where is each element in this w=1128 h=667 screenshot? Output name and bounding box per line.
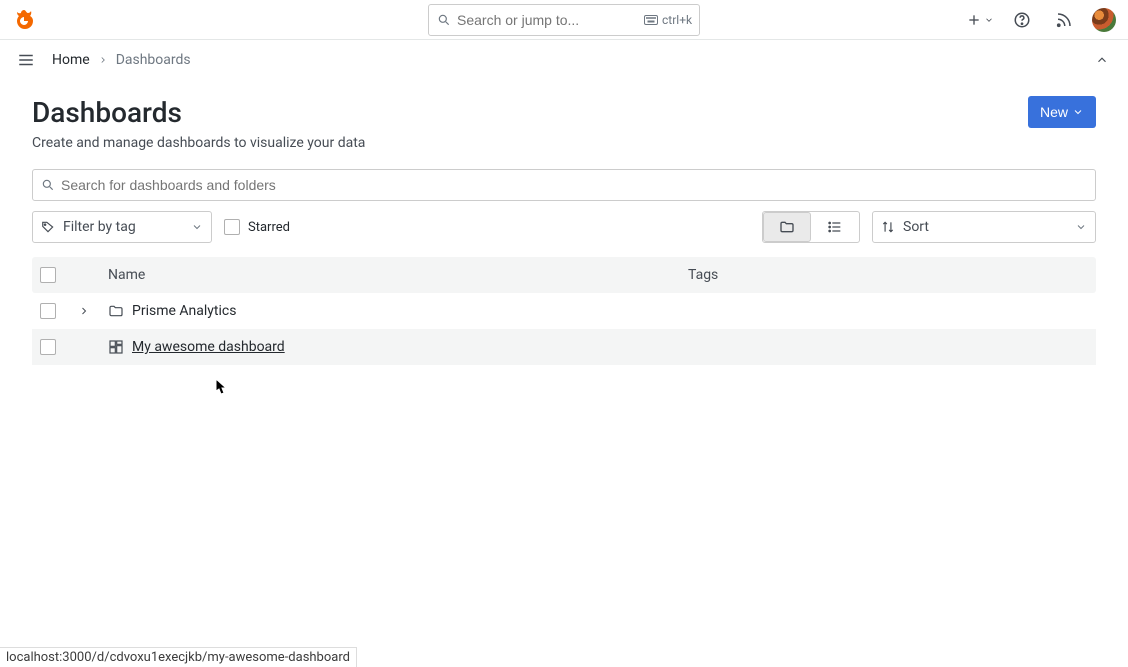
filter-tag-label: Filter by tag bbox=[63, 219, 136, 235]
row-name-text: Prisme Analytics bbox=[132, 303, 236, 319]
dashboards-table: Name Tags Prisme Analytics bbox=[32, 257, 1096, 365]
row-checkbox[interactable] bbox=[40, 339, 56, 355]
folder-icon bbox=[108, 303, 124, 319]
breadcrumb-current: Dashboards bbox=[116, 52, 191, 68]
filter-by-tag-select[interactable]: Filter by tag bbox=[32, 211, 212, 243]
top-right-icons bbox=[966, 6, 1116, 34]
shortcut-text: ctrl+k bbox=[662, 13, 692, 27]
row-name-text: My awesome dashboard bbox=[132, 339, 285, 355]
search-icon bbox=[437, 13, 451, 27]
filters-row: Filter by tag Starred bbox=[32, 211, 1096, 243]
mouse-cursor-icon bbox=[211, 378, 229, 400]
row-name-dashboard[interactable]: My awesome dashboard bbox=[96, 339, 688, 355]
starred-checkbox[interactable] bbox=[224, 219, 240, 235]
chevron-down-icon bbox=[1072, 106, 1084, 118]
page-title: Dashboards bbox=[32, 96, 365, 129]
row-name-folder[interactable]: Prisme Analytics bbox=[96, 303, 688, 319]
dashboard-search[interactable] bbox=[32, 169, 1096, 201]
grafana-logo-icon[interactable] bbox=[12, 8, 36, 32]
view-folders-button[interactable] bbox=[763, 212, 811, 242]
starred-filter[interactable]: Starred bbox=[224, 219, 290, 235]
select-all-checkbox[interactable] bbox=[40, 267, 56, 283]
page-header: Dashboards Create and manage dashboards … bbox=[32, 96, 1096, 151]
breadcrumb: Home Dashboards bbox=[52, 52, 191, 68]
starred-label: Starred bbox=[248, 220, 290, 235]
global-search-input[interactable] bbox=[457, 12, 638, 28]
dashboard-search-input[interactable] bbox=[61, 177, 1087, 193]
chevron-down-icon bbox=[1075, 221, 1087, 233]
dashboard-icon bbox=[108, 339, 124, 355]
toolbar: Filter by tag Starred bbox=[32, 169, 1096, 243]
column-name: Name bbox=[72, 267, 688, 283]
row-checkbox[interactable] bbox=[40, 303, 56, 319]
status-bar-url: localhost:3000/d/cdvoxu1execjkb/my-aweso… bbox=[0, 647, 357, 667]
help-button[interactable] bbox=[1008, 6, 1036, 34]
table-header: Name Tags bbox=[32, 257, 1096, 293]
keyboard-icon bbox=[644, 15, 658, 25]
sort-icon bbox=[881, 220, 895, 234]
view-toggle bbox=[762, 211, 860, 243]
top-bar: ctrl+k bbox=[0, 0, 1128, 40]
menu-toggle-button[interactable] bbox=[12, 46, 40, 74]
search-icon bbox=[41, 178, 55, 192]
sort-label: Sort bbox=[903, 219, 929, 235]
tag-icon bbox=[41, 220, 55, 234]
user-avatar[interactable] bbox=[1092, 8, 1116, 32]
page-subtitle: Create and manage dashboards to visualiz… bbox=[32, 135, 365, 151]
chevron-down-icon bbox=[191, 221, 203, 233]
news-button[interactable] bbox=[1050, 6, 1078, 34]
view-list-button[interactable] bbox=[811, 212, 859, 242]
keyboard-shortcut: ctrl+k bbox=[644, 13, 692, 27]
new-button[interactable]: New bbox=[1028, 96, 1096, 128]
kiosk-toggle-button[interactable] bbox=[1088, 46, 1116, 74]
sort-select[interactable]: Sort bbox=[872, 211, 1096, 243]
breadcrumb-bar: Home Dashboards bbox=[0, 40, 1128, 80]
add-menu-button[interactable] bbox=[966, 6, 994, 34]
column-tags: Tags bbox=[688, 267, 1088, 283]
table-row: Prisme Analytics bbox=[32, 293, 1096, 329]
global-search[interactable]: ctrl+k bbox=[428, 4, 700, 36]
table-row: My awesome dashboard bbox=[32, 329, 1096, 365]
breadcrumb-home[interactable]: Home bbox=[52, 52, 90, 68]
new-button-label: New bbox=[1040, 104, 1068, 120]
chevron-right-icon bbox=[98, 55, 108, 65]
page-content: Dashboards Create and manage dashboards … bbox=[0, 80, 1128, 381]
expand-toggle[interactable] bbox=[72, 305, 96, 317]
